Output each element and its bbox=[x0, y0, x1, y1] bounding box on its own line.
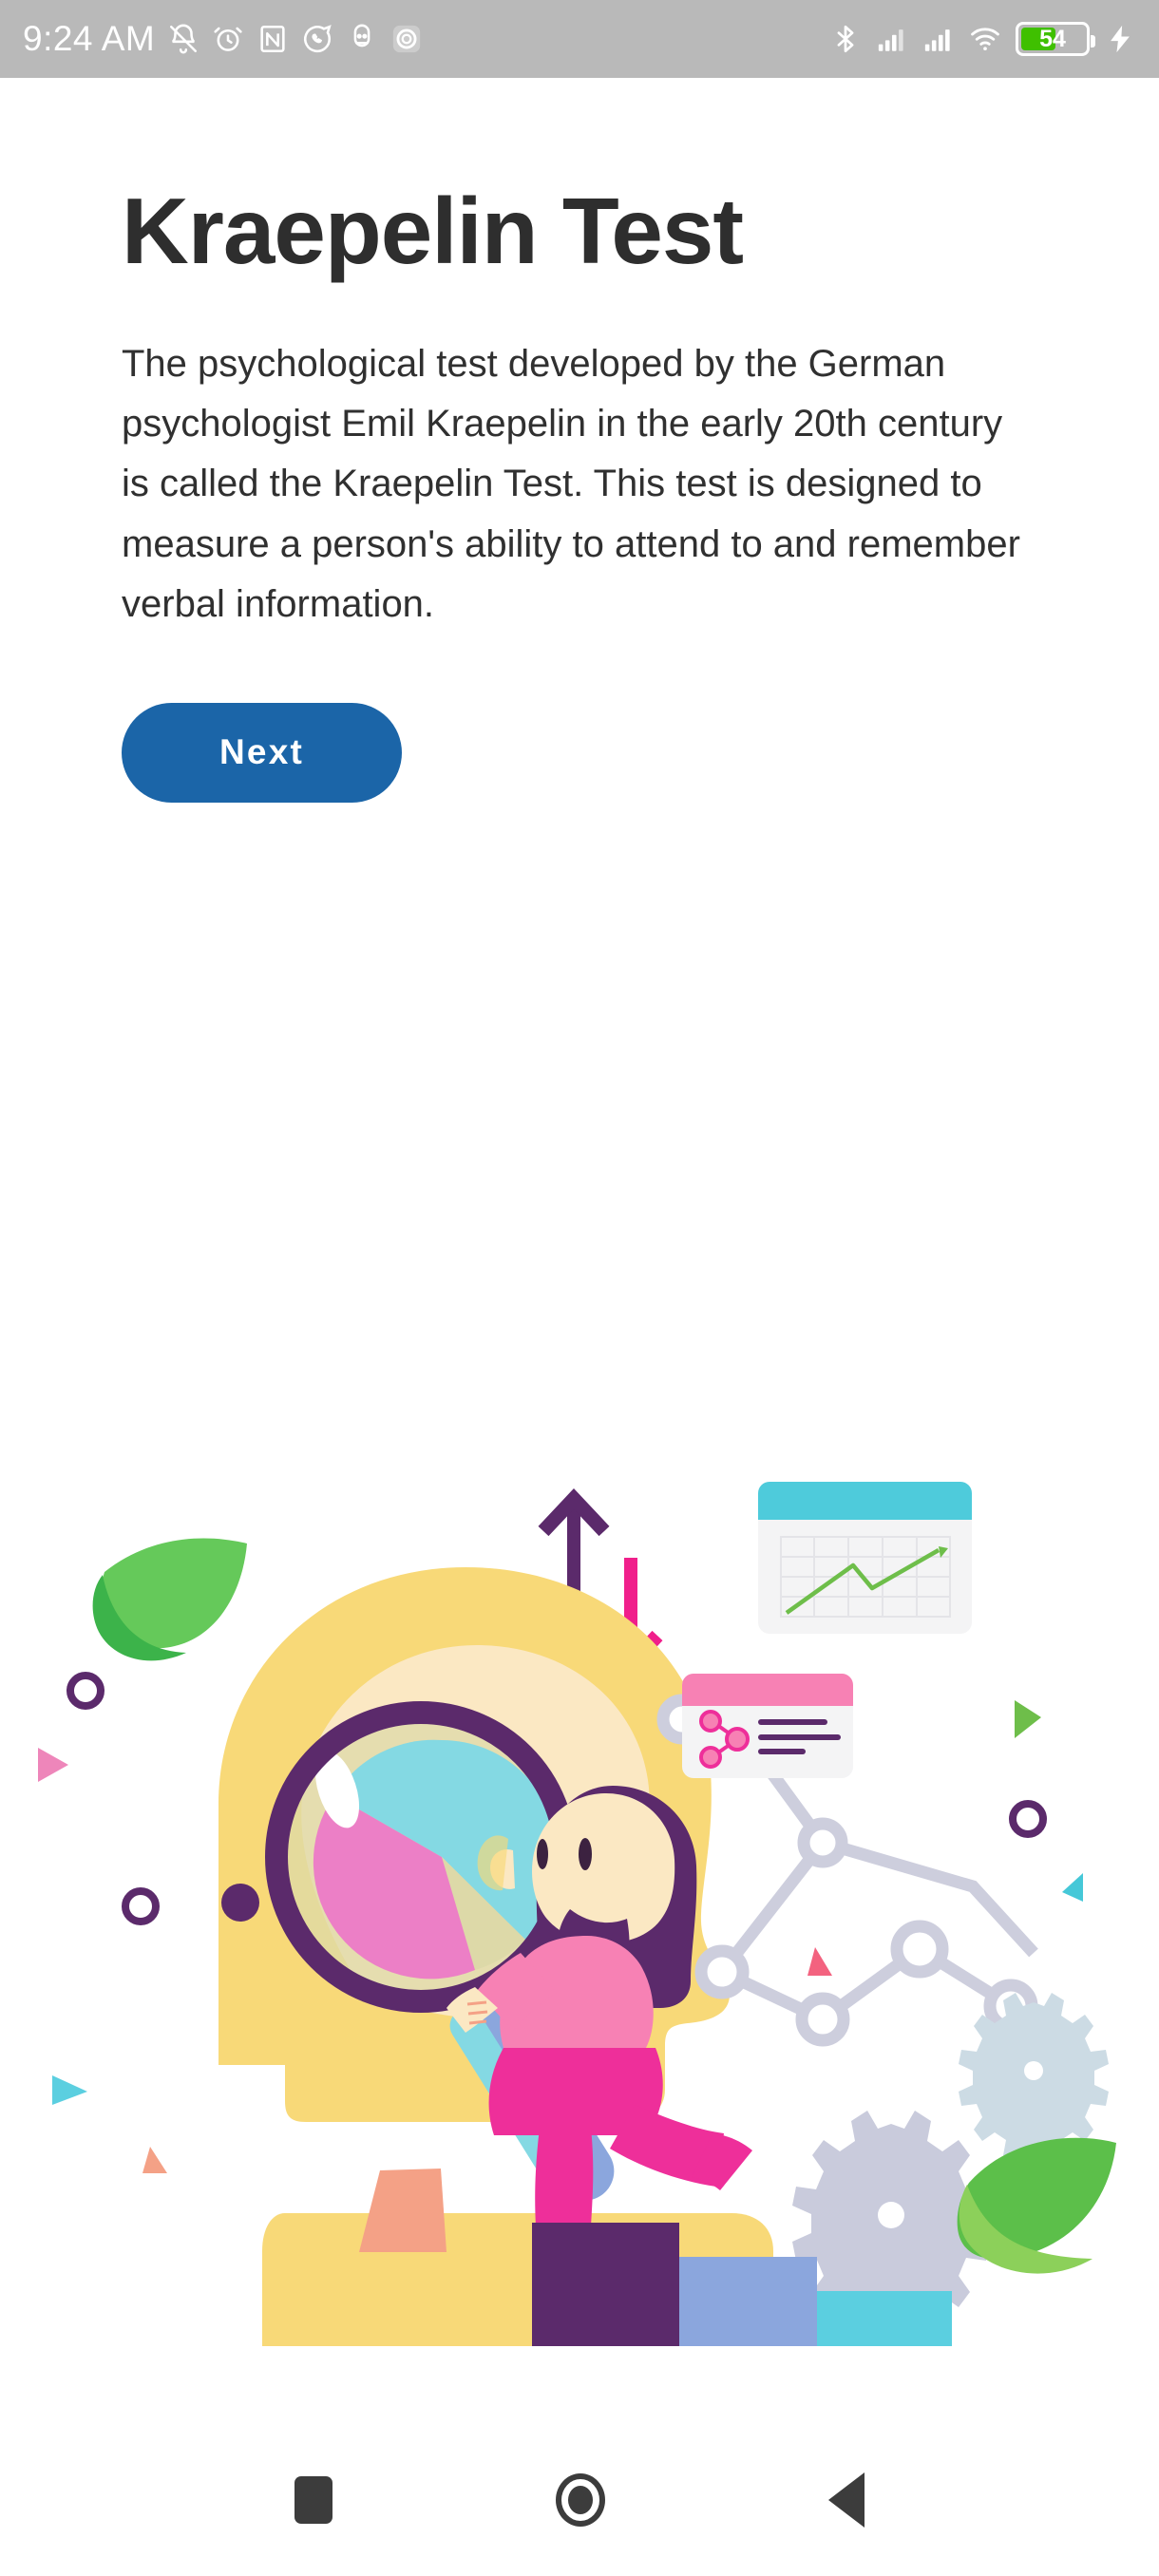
status-bar-right: 54 bbox=[829, 22, 1136, 56]
signal-sim2-icon bbox=[924, 29, 950, 51]
gear-small-icon bbox=[959, 1993, 1109, 2163]
page-description: The psychological test developed by the … bbox=[122, 343, 1020, 625]
bar-purple bbox=[532, 2223, 679, 2346]
status-bar-left: 9:24 AM bbox=[23, 19, 423, 59]
network-card bbox=[682, 1674, 853, 1778]
eye-dot bbox=[221, 1884, 259, 1922]
whatsapp-icon bbox=[304, 25, 332, 53]
bar-blue bbox=[679, 2257, 817, 2346]
page-title: Kraepelin Test bbox=[122, 179, 744, 283]
bell-off-icon bbox=[170, 24, 198, 54]
leaf-left-icon bbox=[92, 1538, 247, 1661]
collar-accent bbox=[359, 2169, 446, 2252]
screen-record-icon bbox=[393, 25, 421, 53]
status-bar[interactable]: 9:24 AM 54 bbox=[0, 0, 1159, 78]
signal-sim1-icon bbox=[878, 29, 903, 51]
battery-percent-label: 54 bbox=[1039, 26, 1066, 52]
home-inner-dot bbox=[568, 2486, 593, 2514]
wifi-icon bbox=[971, 28, 999, 51]
bluetooth-icon bbox=[837, 25, 854, 53]
data-analysis-head-illustration bbox=[0, 1463, 1159, 2346]
nfc-icon bbox=[260, 25, 285, 53]
home-button[interactable] bbox=[556, 2473, 605, 2527]
leaf-right-icon bbox=[957, 2137, 1116, 2274]
status-bar-clock: 9:24 AM bbox=[23, 19, 156, 58]
charging-bolt-icon bbox=[1111, 25, 1130, 53]
alarm-icon bbox=[214, 27, 242, 51]
recents-button[interactable] bbox=[294, 2476, 332, 2524]
bar-cyan bbox=[817, 2291, 952, 2346]
line-chart-card bbox=[758, 1482, 972, 1634]
main-content: Kraepelin Test The psychological test de… bbox=[0, 78, 1159, 803]
next-button[interactable]: Next bbox=[122, 702, 402, 803]
back-button[interactable] bbox=[828, 2472, 864, 2528]
app-icon bbox=[353, 24, 370, 47]
android-nav-bar[interactable] bbox=[0, 2424, 1159, 2576]
battery-icon: 54 bbox=[1016, 22, 1095, 56]
